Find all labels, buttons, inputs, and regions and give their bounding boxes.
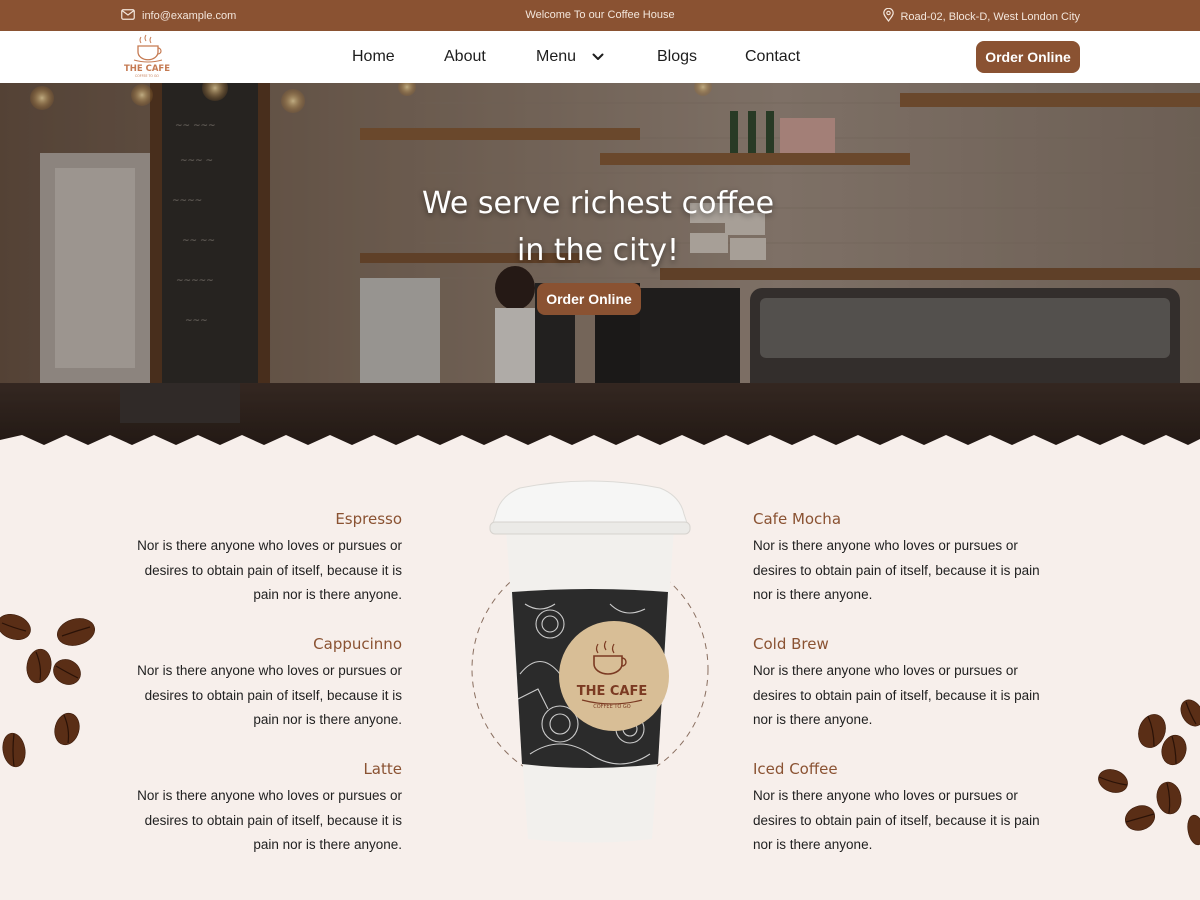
menu-item-description: Nor is there anyone who loves or pursues… [137, 788, 402, 852]
menu-item-description: Nor is there anyone who loves or pursues… [753, 663, 1040, 727]
topbar-address-text: Road-02, Block-D, West London City [900, 10, 1080, 23]
hero-order-online-button[interactable]: Order Online [537, 283, 641, 315]
menu-item-espresso[interactable]: Espresso Nor is there anyone who loves o… [112, 510, 402, 608]
main-navbar: THE CAFE COFFEE TO GO Home About Menu Bl… [0, 31, 1200, 83]
menu-item-title: Espresso [335, 510, 402, 528]
coffee-beans-decoration-left [0, 600, 100, 780]
menu-item-title: Cafe Mocha [753, 510, 842, 528]
map-pin-icon [883, 7, 895, 25]
coffee-beans-decoration-right [1096, 697, 1200, 852]
topbar-address: Road-02, Block-D, West London City [883, 7, 1080, 25]
menu-item-iced-coffee[interactable]: Iced Coffee Nor is there anyone who love… [753, 760, 1043, 858]
coffee-cup-image: THE CAFE COFFEE TO GO [470, 474, 710, 849]
cup-brand-text: THE CAFE [577, 684, 648, 699]
menu-item-description: Nor is there anyone who loves or pursues… [137, 663, 402, 727]
hero-title: We serve richest coffee in the city! [0, 180, 1196, 274]
nav-menu-label: Menu [536, 48, 577, 65]
menu-item-cafe-mocha[interactable]: Cafe Mocha Nor is there anyone who loves… [753, 510, 1043, 608]
nav-contact[interactable]: Contact [745, 48, 800, 66]
menu-item-description: Nor is there anyone who loves or pursues… [753, 538, 1040, 602]
cup-tagline-text: COFFEE TO GO [593, 704, 631, 710]
menu-item-description: Nor is there anyone who loves or pursues… [753, 788, 1040, 852]
menu-item-cold-brew[interactable]: Cold Brew Nor is there anyone who loves … [753, 635, 1043, 733]
nav-blogs[interactable]: Blogs [657, 48, 697, 66]
menu-item-description: Nor is there anyone who loves or pursues… [137, 538, 402, 602]
hero-banner: ~~ ~~~ ~~~ ~ ~~~~ ~~ ~~ ~~~~~ ~~~ We ser… [0, 83, 1200, 453]
nav-menu-dropdown[interactable]: Menu [536, 48, 604, 66]
order-online-button[interactable]: Order Online [976, 41, 1080, 73]
menu-item-title: Latte [363, 760, 402, 778]
menu-item-title: Cold Brew [753, 635, 829, 653]
chevron-down-icon [592, 48, 604, 66]
menu-item-title: Cappucinno [313, 635, 402, 653]
nav-about[interactable]: About [444, 48, 486, 66]
hero-title-line2: in the city! [516, 233, 680, 268]
top-info-bar: info@example.com Welcome To our Coffee H… [0, 0, 1200, 31]
menu-item-title: Iced Coffee [753, 760, 838, 778]
hero-title-line1: We serve richest coffee [421, 186, 775, 221]
menu-item-cappucinno[interactable]: Cappucinno Nor is there anyone who loves… [112, 635, 402, 733]
nav-home[interactable]: Home [352, 48, 395, 66]
menu-item-latte[interactable]: Latte Nor is there anyone who loves or p… [112, 760, 402, 858]
